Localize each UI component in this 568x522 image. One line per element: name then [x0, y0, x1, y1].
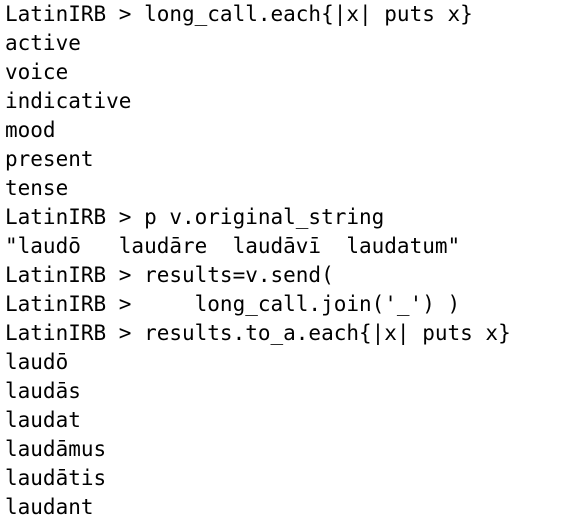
output-line: laudat — [5, 408, 81, 432]
output-line: active — [5, 31, 81, 55]
terminal-output[interactable]: LatinIRB > long_call.each{|x| puts x} ac… — [0, 0, 568, 519]
output-line: voice — [5, 60, 69, 84]
prompt-line: LatinIRB > long_call.each{|x| puts x} — [5, 2, 473, 26]
prompt-line: LatinIRB > results=v.send( — [5, 263, 334, 287]
output-line: indicative — [5, 89, 132, 113]
output-line: laudant — [5, 495, 94, 519]
output-line: laudās — [5, 379, 81, 403]
output-line: laudāmus — [5, 437, 107, 461]
prompt-line: LatinIRB > p v.original_string — [5, 205, 385, 229]
output-line: present — [5, 147, 94, 171]
prompt-line: LatinIRB > results.to_a.each{|x| puts x} — [5, 321, 511, 345]
output-line: tense — [5, 176, 69, 200]
output-line: "laudō laudāre laudāvī laudatum" — [5, 234, 461, 258]
output-line: laudō — [5, 350, 69, 374]
output-line: laudātis — [5, 466, 107, 490]
output-line: mood — [5, 118, 56, 142]
prompt-line: LatinIRB > long_call.join('_') ) — [5, 292, 461, 316]
